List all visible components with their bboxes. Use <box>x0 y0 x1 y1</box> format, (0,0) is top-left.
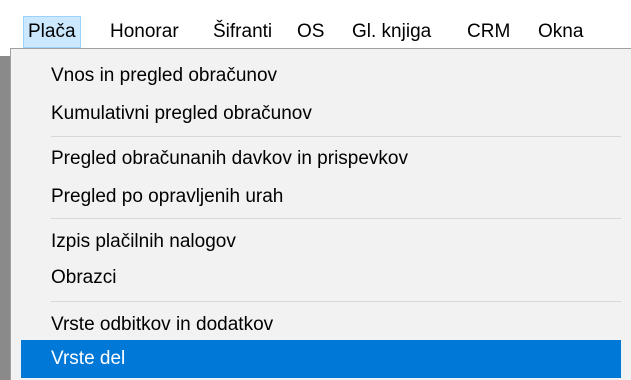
menu-separator <box>51 136 621 137</box>
placa-dropdown-menu: Vnos in pregled obračunov Kumulativni pr… <box>10 48 631 380</box>
menu-honorar-label: Honorar <box>110 21 179 42</box>
menu-os[interactable]: OS <box>293 16 328 48</box>
menu-item-label: Pregled po opravljenih urah <box>51 186 284 207</box>
menu-item-vnos-in-pregled-obracunov[interactable]: Vnos in pregled obračunov <box>21 57 621 95</box>
menu-item-vrste-odbitkov-in-dodatkov[interactable]: Vrste odbitkov in dodatkov <box>21 306 621 344</box>
menu-placa[interactable]: Plača <box>23 16 81 48</box>
menu-item-label: Vnos in pregled obračunov <box>51 65 278 86</box>
menu-item-kumulativni-pregled-obracunov[interactable]: Kumulativni pregled obračunov <box>21 95 621 133</box>
menu-crm-label: CRM <box>467 21 511 42</box>
menu-item-vrste-del[interactable]: Vrste del <box>21 340 621 378</box>
menu-placa-label: Plača <box>28 21 76 42</box>
menu-item-izpis-placilnih-nalogov[interactable]: Izpis plačilnih nalogov <box>21 223 621 261</box>
menu-crm[interactable]: CRM <box>463 16 514 48</box>
menu-item-label: Vrste odbitkov in dodatkov <box>51 314 274 335</box>
menu-separator <box>51 218 621 219</box>
background-window-strip <box>0 56 10 380</box>
menu-gl-knjiga[interactable]: Gl. knjiga <box>348 16 435 48</box>
menu-sifranti[interactable]: Šifranti <box>209 16 276 48</box>
menu-item-label: Izpis plačilnih nalogov <box>51 231 236 252</box>
menu-item-label: Kumulativni pregled obračunov <box>51 103 312 124</box>
menu-okna[interactable]: Okna <box>534 16 587 48</box>
menu-item-pregled-obracunanih-davkov-in-prispevkov[interactable]: Pregled obračunanih davkov in prispevkov <box>21 140 621 178</box>
menu-item-label: Vrste del <box>51 348 126 369</box>
menu-okna-label: Okna <box>538 21 584 42</box>
menu-item-label: Obrazci <box>51 267 117 288</box>
menu-gl-knjiga-label: Gl. knjiga <box>352 21 432 42</box>
menu-os-label: OS <box>297 21 325 42</box>
menu-separator <box>51 301 621 302</box>
menu-item-pregled-po-opravljenih-urah[interactable]: Pregled po opravljenih urah <box>21 178 621 216</box>
menu-item-obrazci[interactable]: Obrazci <box>21 259 621 297</box>
menu-item-label: Pregled obračunanih davkov in prispevkov <box>51 148 408 169</box>
menu-sifranti-label: Šifranti <box>213 21 273 42</box>
menu-honorar[interactable]: Honorar <box>106 16 183 48</box>
